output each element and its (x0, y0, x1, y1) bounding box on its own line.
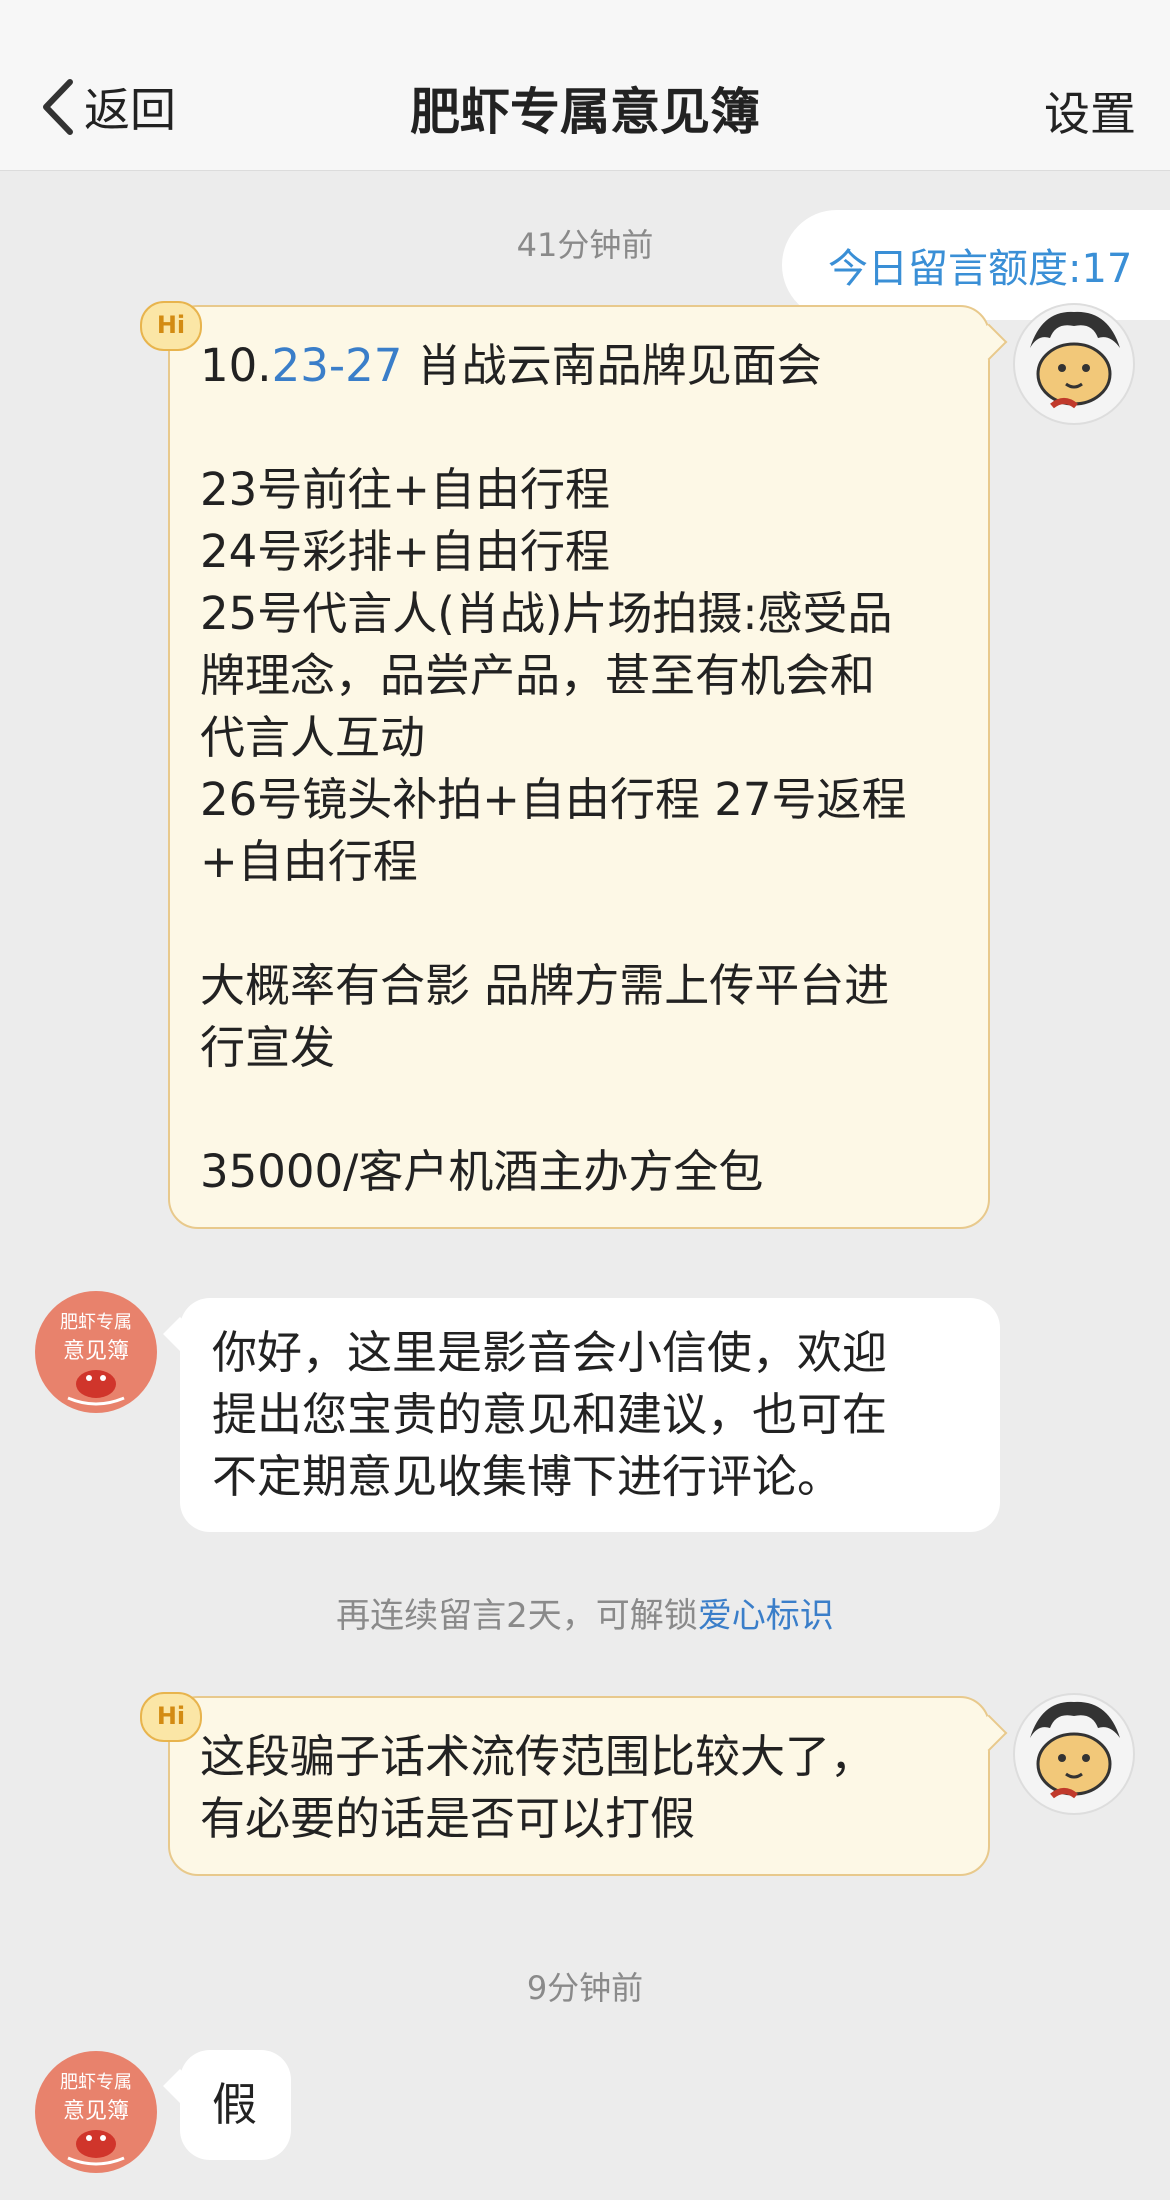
message-bubble-other[interactable]: 你好，这里是影音会小信使，欢迎 提出您宝贵的意见和建议，也可在 不定期意见收集博… (163, 1298, 1000, 1532)
page-title: 肥虾专属意见簿 (410, 83, 760, 141)
user-avatar[interactable] (1012, 1692, 1136, 1816)
bubble-tail (970, 323, 1008, 361)
bubble-tail (163, 1317, 197, 1351)
message-line: 26号镜头补拍+自由行程 27号返程 (200, 773, 907, 826)
svg-text:意见簿: 意见簿 (63, 1339, 129, 1364)
message-bubble-mine[interactable]: Hi 10.23-27 肖战云南品牌见面会 23号前往+自由行程 24号彩排+自… (140, 301, 1008, 1229)
timestamp: 9分钟前 (526, 1969, 644, 2007)
bot-avatar[interactable]: 肥虾专属 意见簿 (34, 1290, 158, 1414)
message-line: 不定期意见收集博下进行评论。 (212, 1450, 843, 1503)
svg-text:肥虾专属: 肥虾专属 (60, 2072, 132, 2093)
streak-notice: 再连续留言2天，可解锁爱心标识 (336, 1596, 834, 1636)
hi-badge: Hi (140, 301, 202, 351)
user-avatar[interactable] (1012, 302, 1136, 426)
heart-badge-link[interactable]: 爱心标识 (698, 1596, 834, 1636)
svg-text:肥虾专属: 肥虾专属 (60, 1312, 132, 1333)
message-line: +自由行程 (200, 835, 418, 888)
message-line: 25号代言人(肖战)片场拍摄:感受品 (200, 587, 893, 640)
hi-badge: Hi (140, 1692, 202, 1742)
bot-avatar[interactable]: 肥虾专属 意见簿 (34, 2050, 158, 2174)
message-line: 23号前往+自由行程 (200, 463, 610, 516)
bubble-tail (163, 2069, 197, 2103)
message-line: 代言人互动 (200, 711, 426, 764)
message-line: 大概率有合影 品牌方需上传平台进 (200, 959, 890, 1012)
message-line: 有必要的话是否可以打假 (200, 1792, 696, 1845)
message-line: 你好，这里是影音会小信使，欢迎 (212, 1326, 888, 1379)
date-range-highlight: 23-27 (271, 339, 403, 392)
settings-button[interactable]: 设置 (1044, 78, 1136, 144)
message-line: 35000/客户机酒主办方全包 (200, 1145, 764, 1198)
navigation-bar: 返回 肥虾专属意见簿 设置 (0, 0, 1170, 171)
message-bubble-mine[interactable]: Hi 这段骗子话术流传范围比较大了， 有必要的话是否可以打假 (140, 1692, 1008, 1876)
message-line: 假 (212, 2078, 258, 2131)
message-bubble-other[interactable]: 假 (163, 2050, 292, 2160)
message-line: 牌理念，品尝产品，甚至有机会和 (200, 649, 876, 702)
message-line: 提出您宝贵的意见和建议，也可在 (212, 1388, 888, 1441)
message-line: 这段骗子话术流传范围比较大了， (200, 1730, 876, 1783)
message-line: 10.23-27 肖战云南品牌见面会 (200, 339, 822, 392)
message-line: 24号彩排+自由行程 (200, 525, 610, 578)
svg-text:意见簿: 意见簿 (63, 2099, 129, 2124)
bubble-tail (970, 1714, 1008, 1752)
message-line: 行宣发 (200, 1021, 336, 1074)
